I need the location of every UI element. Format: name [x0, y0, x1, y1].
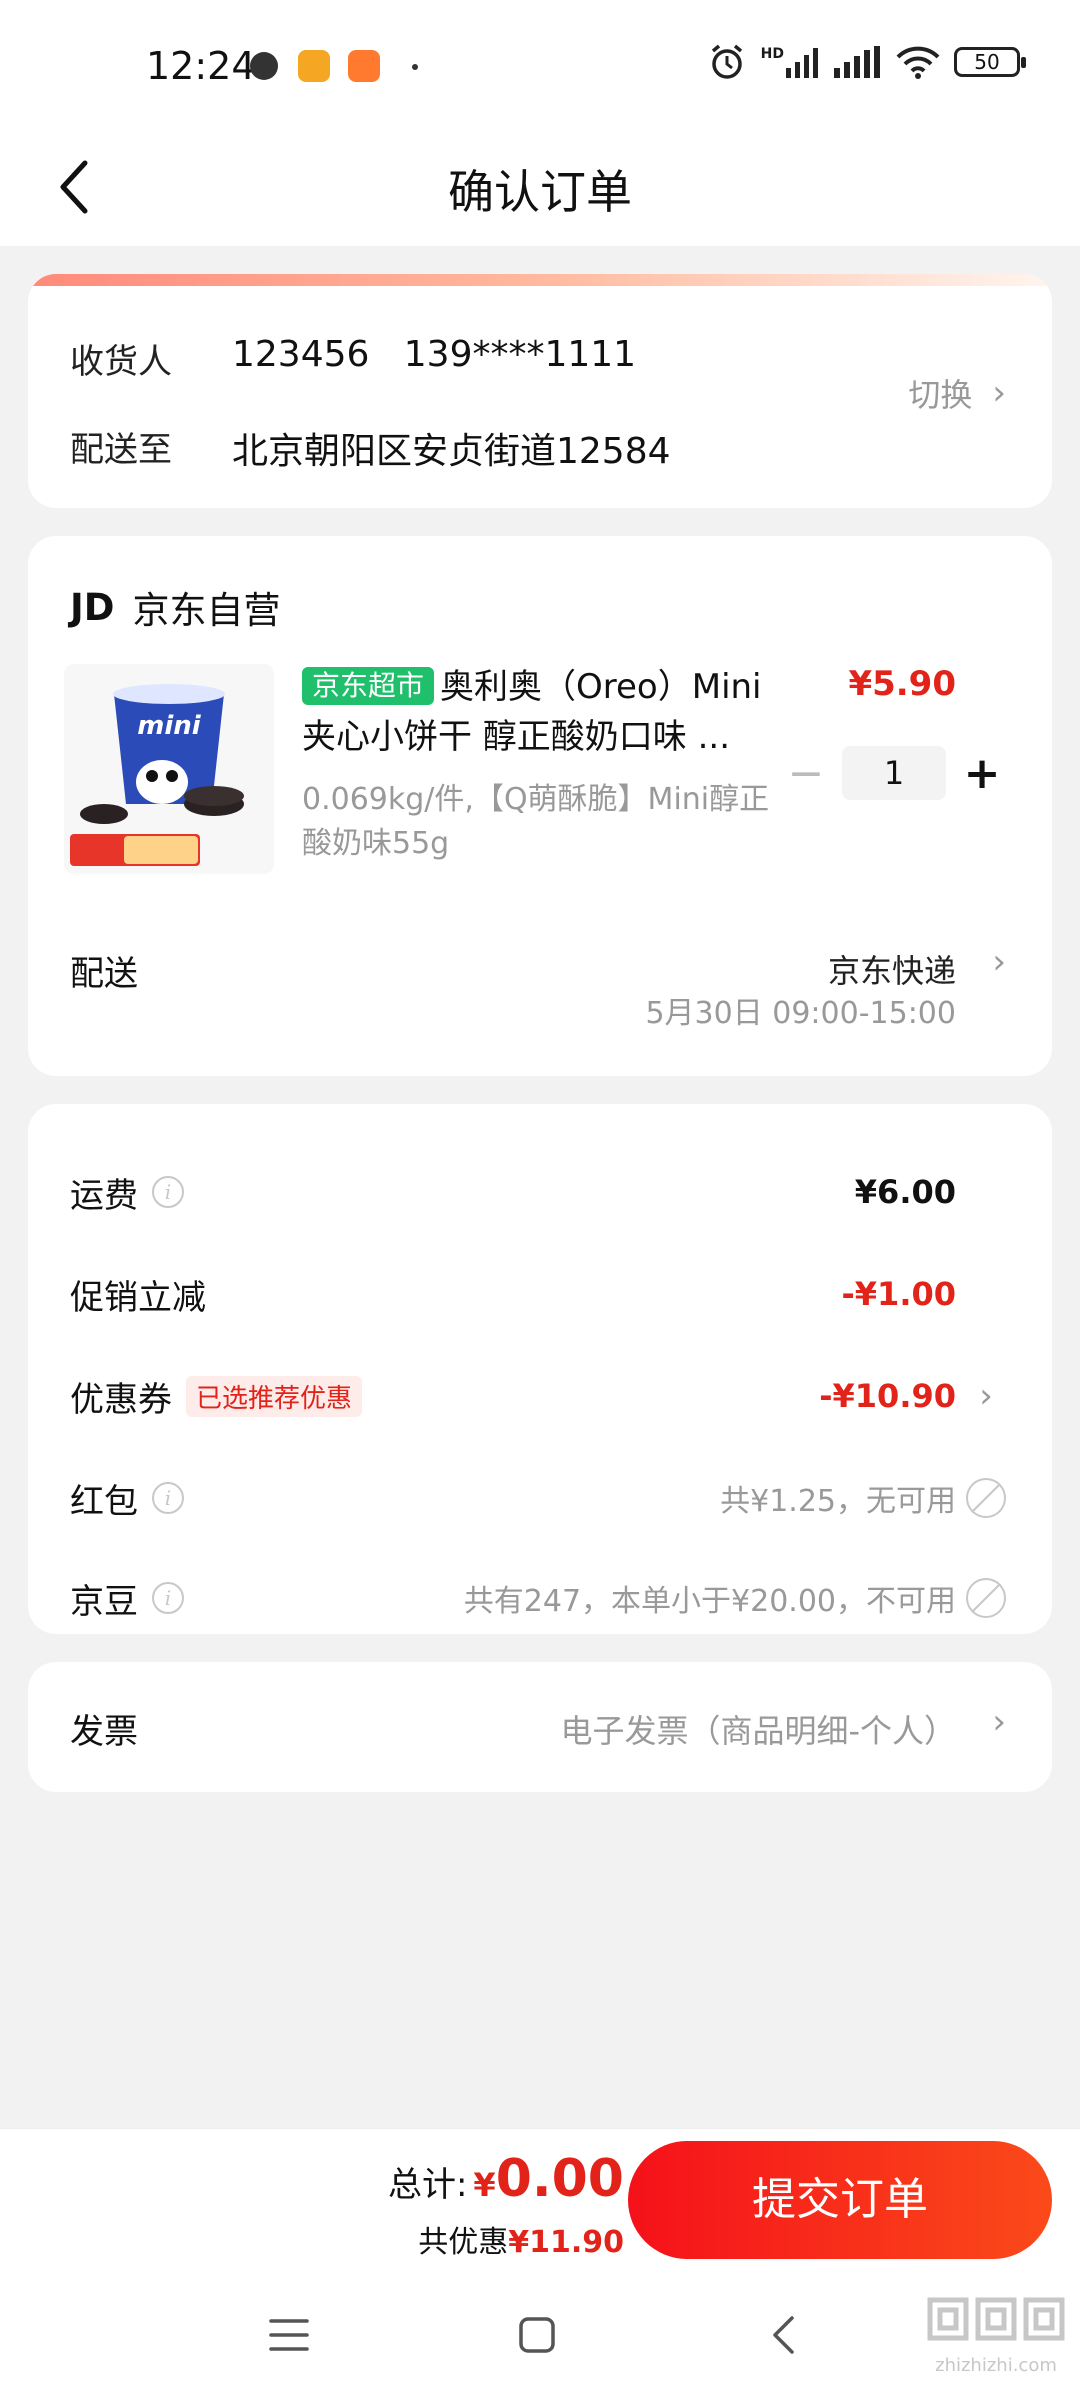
status-right-group: HD 50 [707, 42, 1026, 82]
redpacket-value: 共¥1.25，无可用 [720, 1484, 956, 1519]
unavailable-icon [966, 1478, 1006, 1518]
system-nav-bar: zhizhizhi.com [0, 2270, 1080, 2400]
delivery-time: 5月30日 09:00-15:00 [645, 996, 956, 1031]
goods-card: JD 京东自营 mini 京东超市 奥利奥（Oreo）Mini夹心小饼干 醇正酸奶… [28, 536, 1052, 1076]
notification-icon [250, 52, 278, 80]
delivery-method[interactable]: 京东快递 [828, 946, 956, 992]
switch-label: 切换 [908, 376, 973, 414]
info-icon[interactable]: i [152, 1482, 184, 1514]
chevron-right-icon: › [992, 373, 1006, 413]
fees-card: 运费 i ¥6.00 促销立减 -¥1.00 优惠券 已选推荐优惠 -¥10.90 … [28, 1104, 1052, 1634]
signal-icon [834, 46, 880, 78]
store-row: JD 京东自营 [70, 580, 280, 634]
invoice-card[interactable]: 发票 电子发票（商品明细-个人） › [28, 1662, 1052, 1792]
quantity-value[interactable]: 1 [842, 746, 946, 800]
home-button[interactable] [502, 2300, 572, 2370]
status-bar: 12:24 HD 50 [0, 0, 1080, 130]
discount-amount: ¥11.90 [508, 2225, 624, 2260]
address-card[interactable]: 收货人 123456 139****1111 配送至 北京朝阳区安贞街道1258… [28, 274, 1052, 508]
hd-signal-icon: HD [761, 46, 820, 78]
game-app-icon [348, 50, 380, 82]
info-icon[interactable]: i [152, 1582, 184, 1614]
product-spec: 0.069kg/件,【Q萌酥脆】Mini醇正酸奶味55g [302, 782, 770, 861]
freight-label: 运费 [70, 1175, 138, 1216]
menu-icon [269, 2319, 309, 2351]
coupon-label: 优惠券 [70, 1379, 172, 1420]
receiver-value: 123456 139****1111 [232, 334, 637, 375]
watermark: zhizhizhi.com [926, 2294, 1066, 2376]
jingdou-row: 京豆 i 共有247，本单小于¥20.00，不可用 [70, 1568, 1006, 1628]
svg-text:mini: mini [137, 711, 202, 741]
product-title[interactable]: 京东超市 奥利奥（Oreo）Mini夹心小饼干 醇正酸奶口味 ... [302, 662, 772, 762]
chevron-right-icon[interactable]: › [966, 1376, 1006, 1416]
unavailable-icon [966, 1578, 1006, 1618]
total-label: 总计: [387, 2165, 468, 2205]
jd-logo: JD [70, 585, 115, 629]
battery-icon: 50 [954, 47, 1026, 77]
invoice-value: 电子发票（商品明细-个人） [560, 1712, 956, 1750]
home-square-icon [519, 2317, 555, 2353]
wifi-icon [896, 46, 940, 79]
product-image[interactable]: mini [64, 664, 274, 874]
delivery-label: 配送 [70, 954, 138, 994]
redpacket-label: 红包 [70, 1481, 138, 1522]
info-icon[interactable]: i [152, 1176, 184, 1208]
coupon-tag: 已选推荐优惠 [186, 1375, 363, 1417]
discount-line: 共优惠 ¥11.90 [418, 2217, 624, 2261]
redpacket-row: 红包 i 共¥1.25，无可用 [70, 1468, 1006, 1528]
promotion-row: 促销立减 -¥1.00 [70, 1264, 1006, 1324]
jingdou-label: 京豆 [70, 1581, 138, 1622]
alarm-icon [711, 44, 742, 79]
more-notifications-dot [412, 64, 418, 70]
address-decor-bar [28, 274, 1052, 286]
jingdou-value: 共有247，本单小于¥20.00，不可用 [463, 1584, 956, 1619]
total-line: 总计: ¥ 0.00 [388, 2149, 624, 2209]
switch-address-button[interactable]: 切换 › [908, 370, 1006, 416]
watermark-logo [926, 2294, 1066, 2355]
coupon-row[interactable]: 优惠券 已选推荐优惠 -¥10.90 › [70, 1366, 1006, 1426]
chevron-right-icon: › [992, 1702, 1006, 1742]
deliver-to-value: 北京朝阳区安贞街道12584 [232, 431, 671, 472]
total-currency: ¥ [473, 2166, 496, 2204]
promotion-value: -¥1.00 [841, 1275, 957, 1313]
decrease-quantity-button[interactable]: − [776, 746, 836, 800]
freight-row: 运费 i ¥6.00 [70, 1162, 1006, 1222]
checkout-bar: 总计: ¥ 0.00 共优惠 ¥11.90 提交订单 [0, 2128, 1080, 2270]
page-header: 确认订单 [0, 130, 1080, 246]
increase-quantity-button[interactable]: + [952, 746, 1012, 800]
submit-order-button[interactable]: 提交订单 [628, 2141, 1052, 2259]
chat-app-icon [298, 50, 330, 82]
promotion-label: 促销立减 [70, 1277, 206, 1318]
total-amount: 0.00 [495, 2149, 624, 2209]
product-price: ¥5.90 [848, 664, 956, 704]
discount-label: 共优惠 [418, 2225, 509, 2260]
receiver-label: 收货人 [70, 342, 172, 382]
store-name: 京东自营 [132, 589, 281, 632]
watermark-site: zhizhizhi.com [935, 2355, 1057, 2376]
chevron-right-icon[interactable]: › [992, 942, 1006, 982]
quantity-stepper: − 1 + [776, 746, 1012, 800]
nav-back-button[interactable] [748, 2300, 818, 2370]
supermarket-tag: 京东超市 [302, 667, 435, 705]
menu-button[interactable] [254, 2300, 324, 2370]
status-time: 12:24 [146, 44, 256, 88]
back-triangle-icon [773, 2316, 794, 2354]
coupon-value: -¥10.90 [819, 1377, 956, 1415]
deliver-to-label: 配送至 [70, 430, 172, 470]
invoice-label: 发票 [70, 1712, 138, 1752]
page-title: 确认订单 [448, 165, 632, 219]
freight-value: ¥6.00 [854, 1173, 956, 1211]
